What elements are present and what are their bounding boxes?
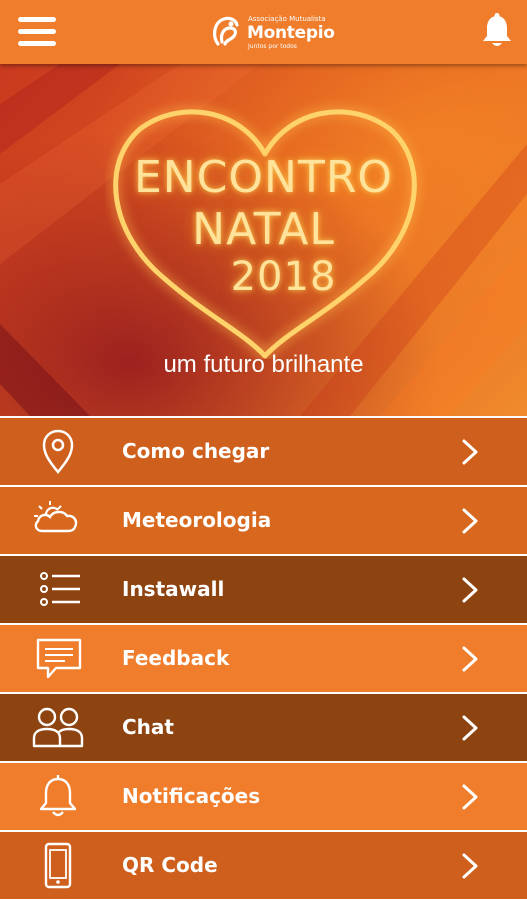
event-year: 2018 [230, 254, 337, 300]
menu-item-label: QR Code [122, 853, 218, 877]
menu-item-label: Notificações [122, 784, 261, 808]
location-pin-icon [42, 429, 74, 474]
bell-icon[interactable] [481, 12, 513, 50]
logo-name: Montepio [247, 23, 335, 43]
chevron-right-icon [462, 508, 478, 534]
hamburger-menu-button[interactable] [18, 17, 56, 47]
menu-item-instawall[interactable]: Instawall [0, 556, 527, 623]
users-icon [32, 707, 84, 748]
menu-item-chat[interactable]: Chat [0, 694, 527, 761]
hero-banner: ENCONTRO NATAL 2018 um futuro brilhante [0, 64, 527, 416]
top-app-bar: Associação Mutualista Montepio Juntos po… [0, 0, 527, 64]
main-menu-list: Como chegar Meteorologia Instawall Feedb… [0, 416, 527, 899]
chevron-right-icon [462, 715, 478, 741]
event-title-line2: NATAL [192, 204, 335, 255]
menu-item-notificacoes[interactable]: Notificações [0, 763, 527, 830]
weather-icon [34, 501, 78, 533]
menu-item-como-chegar[interactable]: Como chegar [0, 418, 527, 485]
hero-subtitle: um futuro brilhante [163, 351, 364, 378]
chat-bubble-icon [36, 638, 82, 679]
chevron-right-icon [462, 646, 478, 672]
chevron-right-icon [462, 784, 478, 810]
logo-tagline: Juntos por todos [248, 43, 297, 50]
list-icon [40, 572, 80, 606]
menu-item-label: Chat [122, 715, 174, 739]
bell-icon [39, 775, 77, 817]
logo-small-text: Associação Mutualista [248, 15, 326, 23]
chevron-right-icon [462, 439, 478, 465]
menu-item-meteorologia[interactable]: Meteorologia [0, 487, 527, 554]
menu-item-label: Meteorologia [122, 508, 272, 532]
chevron-right-icon [462, 577, 478, 603]
chevron-right-icon [462, 853, 478, 879]
event-title-line1: ENCONTRO [133, 152, 394, 203]
menu-item-feedback[interactable]: Feedback [0, 625, 527, 692]
menu-item-label: Como chegar [122, 439, 270, 463]
hamburger-icon [18, 17, 56, 22]
montepio-logo: Associação Mutualista Montepio Juntos po… [208, 10, 335, 54]
phone-icon [44, 842, 72, 889]
menu-item-label: Instawall [122, 577, 225, 601]
menu-item-qr-code[interactable]: QR Code [0, 832, 527, 899]
logo-mark-icon [213, 16, 239, 46]
menu-item-label: Feedback [122, 646, 230, 670]
